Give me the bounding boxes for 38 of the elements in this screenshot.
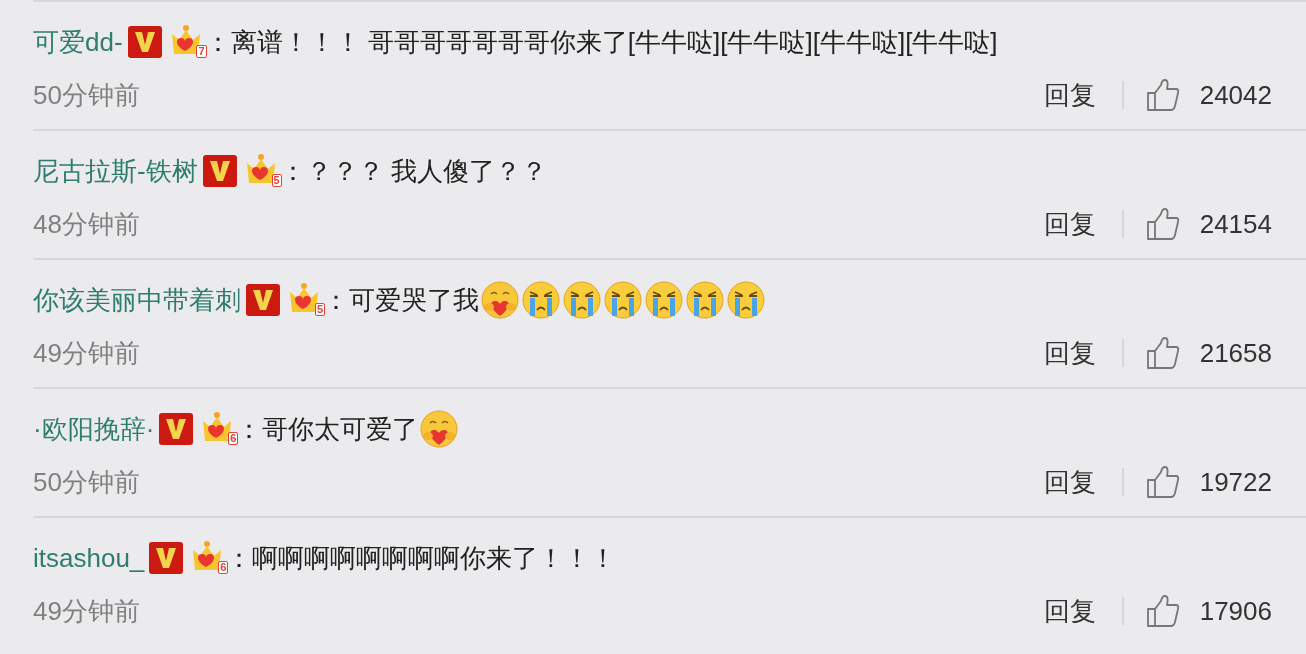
username[interactable]: ·欧阳挽辞· (33, 411, 155, 447)
timestamp: 50分钟前 (33, 465, 141, 499)
hugging-emoji-icon (480, 280, 520, 320)
crying-emoji-icon (521, 280, 561, 320)
comment-text: ：离谱！！！ 哥哥哥哥哥哥哥你来了[牛牛哒][牛牛哒][牛牛哒][牛牛哒] (204, 25, 998, 59)
like-count: 17906 (1199, 595, 1272, 627)
comment-text: ：？？？ 我人傻了？？ (279, 154, 547, 188)
like-count: 21658 (1199, 337, 1272, 369)
comment-text: ：可爱哭了我 (323, 283, 479, 317)
crying-emoji-icon (685, 280, 725, 320)
hugging-emoji-icon (419, 409, 460, 449)
username[interactable]: itsashou_ (33, 542, 145, 574)
comment-text: ：啊啊啊啊啊啊啊啊你来了！！！ (226, 541, 617, 575)
comment-text: ：哥你太可爱了 (236, 412, 419, 446)
crying-emoji-icon (644, 280, 684, 320)
like-count: 24154 (1199, 208, 1272, 240)
thumbs-up-icon[interactable] (1145, 207, 1180, 241)
reply-button[interactable]: 回复 (1043, 77, 1096, 113)
timestamp: 50分钟前 (33, 78, 141, 112)
reply-button[interactable]: 回复 (1043, 335, 1096, 371)
username[interactable]: 你该美丽中带着刺 (33, 282, 241, 318)
username[interactable]: 尼古拉斯-铁树 (33, 153, 198, 189)
like-count: 24042 (1199, 79, 1272, 111)
thumbs-up-icon[interactable] (1145, 336, 1180, 370)
thumbs-up-icon[interactable] (1145, 78, 1180, 112)
reply-button[interactable]: 回复 (1043, 206, 1096, 242)
thumbs-up-icon[interactable] (1145, 594, 1180, 628)
timestamp: 49分钟前 (33, 336, 141, 370)
thumbs-up-icon[interactable] (1145, 465, 1180, 499)
username[interactable]: 可爱dd- (33, 24, 123, 60)
crying-emoji-icon (726, 280, 766, 320)
reply-button[interactable]: 回复 (1043, 593, 1096, 629)
reply-button[interactable]: 回复 (1043, 464, 1096, 500)
timestamp: 49分钟前 (33, 594, 141, 628)
crying-emoji-icon (562, 280, 602, 320)
timestamp: 48分钟前 (33, 207, 141, 241)
crying-emoji-icon (603, 280, 643, 320)
like-count: 19722 (1199, 466, 1272, 498)
